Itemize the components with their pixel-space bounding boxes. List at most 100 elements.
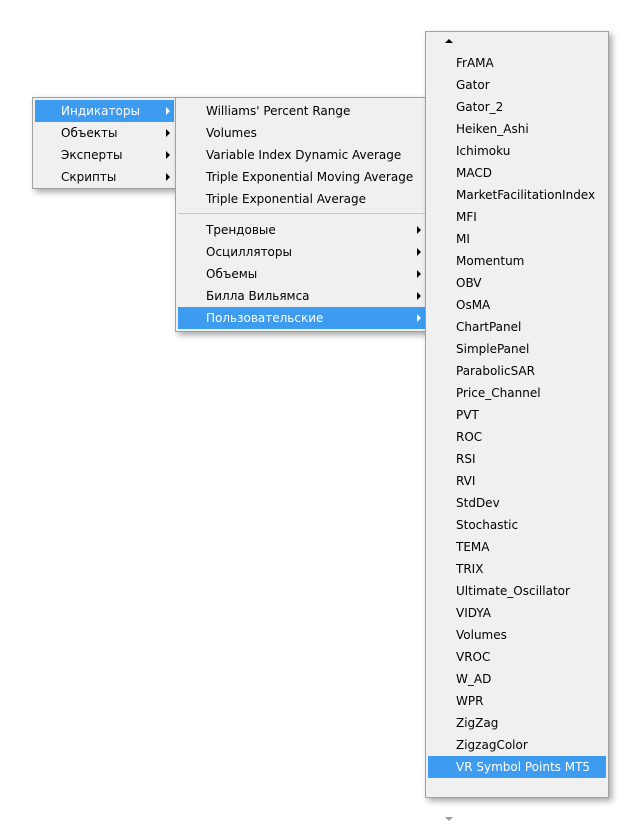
menu-item-custom-indicator[interactable]: ZigzagColor — [428, 734, 606, 756]
menu-item-label: Gator — [456, 78, 490, 92]
menu-item-label: Осцилляторы — [206, 245, 292, 259]
menu-item-label: MarketFacilitationIndex — [456, 188, 596, 202]
menu-item-custom[interactable]: Пользовательские — [178, 307, 425, 329]
submenu-arrow-icon — [166, 107, 170, 115]
menu-item-oscillators[interactable]: Осцилляторы — [178, 241, 425, 263]
submenu-arrow-icon — [417, 292, 421, 300]
menu-item-custom-indicator[interactable]: VIDYA — [428, 602, 606, 624]
menu-item-label: MFI — [456, 210, 477, 224]
menu-item-custom-indicator[interactable]: Price_Channel — [428, 382, 606, 404]
menu-item-label: Volumes — [206, 126, 257, 140]
menu-item-recent-indicator[interactable]: Triple Exponential Average — [178, 188, 425, 210]
menu-item-recent-indicator[interactable]: Triple Exponential Moving Average — [178, 166, 425, 188]
menu-item-label: TRIX — [456, 562, 484, 576]
menu-item-label: W_AD — [456, 672, 492, 686]
menu-item-label: Объемы — [206, 267, 258, 281]
menu-item-bill-williams[interactable]: Билла Вильямса — [178, 285, 425, 307]
menu-item-custom-indicator[interactable]: ChartPanel — [428, 316, 606, 338]
menu-item-custom-indicator[interactable]: WPR — [428, 690, 606, 712]
menu-item-scripts[interactable]: Скрипты — [35, 166, 174, 188]
submenu-arrow-icon — [166, 151, 170, 159]
menu-item-custom-indicator[interactable]: Gator_2 — [428, 96, 606, 118]
menu-item-label: StdDev — [456, 496, 500, 510]
menu-item-custom-indicator[interactable]: RVI — [428, 470, 606, 492]
menu-item-custom-indicator[interactable]: SimplePanel — [428, 338, 606, 360]
menu-item-custom-indicator[interactable]: StdDev — [428, 492, 606, 514]
scroll-down-icon[interactable] — [445, 817, 453, 821]
scroll-up-icon[interactable] — [445, 39, 453, 43]
menu-item-custom-indicator[interactable]: W_AD — [428, 668, 606, 690]
menu-item-recent-indicator[interactable]: Variable Index Dynamic Average — [178, 144, 425, 166]
menu-item-label: Williams' Percent Range — [206, 104, 351, 118]
menu-item-label: Triple Exponential Average — [206, 192, 367, 206]
menu-item-custom-indicator[interactable]: MarketFacilitationIndex — [428, 184, 606, 206]
menu-item-custom-indicator[interactable]: MACD — [428, 162, 606, 184]
menu-item-custom-indicator[interactable]: VROC — [428, 646, 606, 668]
menu-item-label: VIDYA — [456, 606, 491, 620]
menu-item-label: Heiken_Ashi — [456, 122, 529, 136]
menu-item-label: Price_Channel — [456, 386, 541, 400]
main-context-menu: Индикаторы Объекты Эксперты Скрипты — [32, 97, 177, 189]
menu-item-trend[interactable]: Трендовые — [178, 219, 425, 241]
menu-item-indicators[interactable]: Индикаторы — [35, 100, 174, 122]
submenu-arrow-icon — [417, 270, 421, 278]
menu-item-label: MI — [456, 232, 470, 246]
menu-item-custom-indicator[interactable]: MI — [428, 228, 606, 250]
menu-item-custom-indicator[interactable]: Volumes — [428, 624, 606, 646]
menu-item-label: SimplePanel — [456, 342, 530, 356]
menu-item-label: Triple Exponential Moving Average — [206, 170, 414, 184]
submenu-arrow-icon — [166, 129, 170, 137]
custom-indicators-submenu: FrAMA Gator Gator_2 Heiken_Ashi Ichimoku MACD… — [425, 31, 609, 821]
menu-item-label: WPR — [456, 694, 484, 708]
menu-item-label: MACD — [456, 166, 492, 180]
submenu-arrow-icon — [417, 248, 421, 256]
menu-item-custom-indicator[interactable]: Ultimate_Oscillator — [428, 580, 606, 602]
menu-item-label: ChartPanel — [456, 320, 522, 334]
menu-item-custom-indicator[interactable]: PVT — [428, 404, 606, 426]
menu-item-custom-indicator[interactable]: MFI — [428, 206, 606, 228]
menu-item-label: Билла Вильямса — [206, 289, 310, 303]
menu-item-label: Трендовые — [206, 223, 276, 237]
submenu-arrow-icon — [417, 226, 421, 234]
menu-item-label: Объекты — [61, 126, 118, 140]
menu-item-volumes[interactable]: Объемы — [178, 263, 425, 285]
menu-item-custom-indicator[interactable]: Gator — [428, 74, 606, 96]
menu-item-custom-indicator[interactable]: Heiken_Ashi — [428, 118, 606, 140]
menu-item-label: Gator_2 — [456, 100, 504, 114]
menu-item-label: Volumes — [456, 628, 507, 642]
menu-item-custom-indicator[interactable]: RSI — [428, 448, 606, 470]
menu-item-label: OBV — [456, 276, 482, 290]
menu-item-label: Momentum — [456, 254, 525, 268]
menu-item-custom-indicator[interactable]: Stochastic — [428, 514, 606, 536]
menu-item-label: Ichimoku — [456, 144, 511, 158]
menu-separator — [178, 213, 425, 214]
menu-item-custom-indicator[interactable]: ParabolicSAR — [428, 360, 606, 382]
menu-item-custom-indicator[interactable]: Ichimoku — [428, 140, 606, 162]
menu-item-label: OsMA — [456, 298, 491, 312]
menu-item-label: FrAMA — [456, 56, 494, 70]
menu-item-experts[interactable]: Эксперты — [35, 144, 174, 166]
menu-item-label: Пользовательские — [206, 311, 324, 325]
menu-item-label: RVI — [456, 474, 476, 488]
menu-item-label: RSI — [456, 452, 476, 466]
menu-item-custom-indicator[interactable]: FrAMA — [428, 52, 606, 74]
indicators-submenu: Williams' Percent Range Volumes Variable… — [175, 97, 428, 332]
menu-item-label: ZigzagColor — [456, 738, 528, 752]
menu-item-recent-indicator[interactable]: Williams' Percent Range — [178, 100, 425, 122]
menu-item-custom-indicator[interactable]: TRIX — [428, 558, 606, 580]
menu-item-custom-indicator[interactable]: VR Symbol Points MT5 — [428, 756, 606, 778]
menu-item-custom-indicator[interactable]: OsMA — [428, 294, 606, 316]
menu-item-custom-indicator[interactable]: ROC — [428, 426, 606, 448]
menu-item-label: Ultimate_Oscillator — [456, 584, 570, 598]
submenu-arrow-icon — [166, 173, 170, 181]
menu-item-custom-indicator[interactable]: ZigZag — [428, 712, 606, 734]
submenu-arrow-icon — [417, 314, 421, 322]
menu-item-custom-indicator[interactable]: OBV — [428, 272, 606, 294]
menu-item-custom-indicator[interactable]: Momentum — [428, 250, 606, 272]
menu-item-objects[interactable]: Объекты — [35, 122, 174, 144]
menu-item-label: PVT — [456, 408, 479, 422]
menu-item-custom-indicator[interactable]: TEMA — [428, 536, 606, 558]
menu-item-label: Скрипты — [61, 170, 117, 184]
menu-item-recent-indicator[interactable]: Volumes — [178, 122, 425, 144]
menu-item-label: Variable Index Dynamic Average — [206, 148, 402, 162]
